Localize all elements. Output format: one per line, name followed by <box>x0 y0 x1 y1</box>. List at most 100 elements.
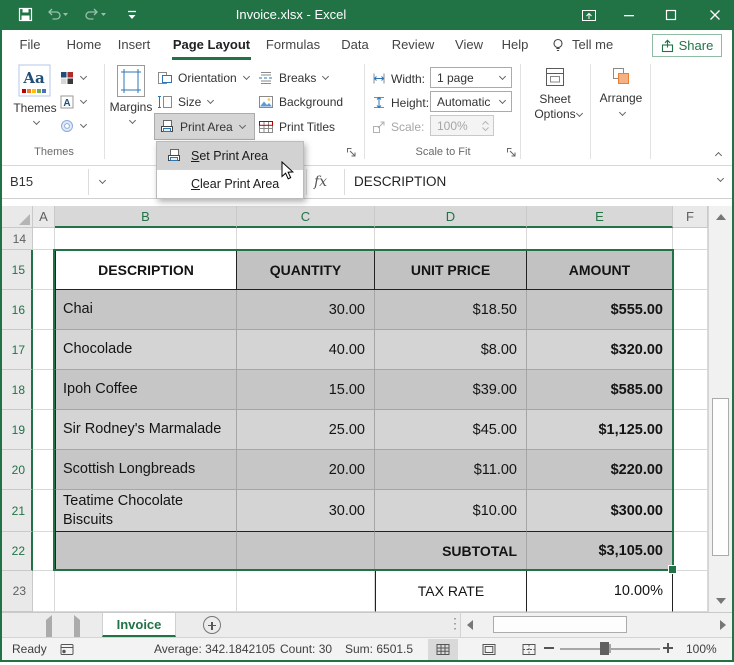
sheet-tab-invoice[interactable]: Invoice <box>102 613 176 637</box>
cell[interactable]: AMOUNT <box>527 250 673 290</box>
cell[interactable] <box>237 228 375 250</box>
name-box[interactable]: B15 <box>10 166 33 198</box>
zoom-in-button[interactable] <box>663 643 673 653</box>
breaks-button[interactable]: Breaks <box>258 66 328 89</box>
cell[interactable] <box>673 490 708 532</box>
cell[interactable]: Chai <box>55 290 237 330</box>
cell[interactable]: $585.00 <box>527 370 673 410</box>
row-header-21[interactable]: 21 <box>2 490 33 532</box>
column-header-c[interactable]: C <box>237 206 375 228</box>
cell[interactable]: Scottish Longbreads <box>55 450 237 490</box>
cell[interactable]: $320.00 <box>527 330 673 370</box>
normal-view-button[interactable] <box>428 639 458 660</box>
cell[interactable] <box>673 571 708 612</box>
scroll-right-button[interactable] <box>714 613 732 637</box>
cell[interactable] <box>673 330 708 370</box>
cell[interactable]: 30.00 <box>237 490 375 532</box>
cell[interactable]: 40.00 <box>237 330 375 370</box>
cell[interactable] <box>673 532 708 571</box>
cell[interactable]: $8.00 <box>375 330 527 370</box>
cell[interactable]: $45.00 <box>375 410 527 450</box>
cell[interactable]: $1,125.00 <box>527 410 673 450</box>
cell[interactable]: Chocolade <box>55 330 237 370</box>
print-area-button[interactable]: Print Area <box>154 113 255 140</box>
cell[interactable]: $555.00 <box>527 290 673 330</box>
cell[interactable]: $39.00 <box>375 370 527 410</box>
cell-b15-active[interactable]: DESCRIPTION <box>55 250 237 290</box>
next-sheet-button[interactable] <box>74 620 80 638</box>
column-header-d[interactable]: D <box>375 206 527 228</box>
cell-tax-rate-label[interactable]: TAX RATE <box>375 571 527 612</box>
cell[interactable] <box>55 228 237 250</box>
row-header-15[interactable]: 15 <box>2 250 33 290</box>
cell[interactable]: $18.50 <box>375 290 527 330</box>
arrange-button[interactable]: Arrange <box>594 66 648 115</box>
previous-sheet-button[interactable] <box>46 620 52 638</box>
cell[interactable] <box>55 571 237 612</box>
cell[interactable] <box>237 532 375 571</box>
sheet-options-button[interactable]: Sheet Options <box>524 66 586 116</box>
zoom-level[interactable]: 100% <box>686 638 717 660</box>
vertical-scrollbar[interactable] <box>708 206 732 612</box>
cell[interactable]: 15.00 <box>237 370 375 410</box>
background-button[interactable]: Background <box>258 90 343 113</box>
redo-button[interactable] <box>84 7 106 22</box>
cell-tax-rate-value[interactable]: 10.00% <box>527 571 673 612</box>
cell[interactable]: $220.00 <box>527 450 673 490</box>
cell[interactable] <box>33 370 55 410</box>
cell[interactable] <box>33 450 55 490</box>
cell[interactable] <box>237 571 375 612</box>
cell[interactable]: Sir Rodney's Marmalade <box>55 410 237 450</box>
tab-data[interactable]: Data <box>336 30 374 60</box>
horizontal-scrollbar[interactable] <box>460 613 732 637</box>
customize-qat-button[interactable] <box>126 9 138 21</box>
tab-formulas[interactable]: Formulas <box>262 30 324 60</box>
theme-effects-button[interactable] <box>60 114 86 137</box>
tab-insert[interactable]: Insert <box>112 30 156 60</box>
cell[interactable] <box>33 330 55 370</box>
row-header-16[interactable]: 16 <box>2 290 33 330</box>
column-header-a[interactable]: A <box>33 206 55 228</box>
collapse-ribbon-icon[interactable] <box>715 152 722 159</box>
cell[interactable] <box>673 410 708 450</box>
cell[interactable]: 30.00 <box>237 290 375 330</box>
row-header-19[interactable]: 19 <box>2 410 33 450</box>
name-box-chevron-icon[interactable] <box>99 177 106 184</box>
scroll-left-button[interactable] <box>461 613 479 637</box>
insert-function-button[interactable]: fx <box>314 166 327 198</box>
tab-page-layout[interactable]: Page Layout <box>172 30 251 60</box>
menu-item-clear-print-area[interactable]: Clear Print Area <box>157 170 303 198</box>
select-all-button[interactable] <box>2 206 33 228</box>
cell[interactable] <box>33 571 55 612</box>
zoom-out-button[interactable] <box>544 647 554 649</box>
size-button[interactable]: Size <box>157 90 213 113</box>
cell[interactable]: Ipoh Coffee <box>55 370 237 410</box>
scroll-up-button[interactable] <box>709 206 732 228</box>
scale-spinner[interactable]: 100% <box>430 115 494 136</box>
cell-subtotal-value[interactable]: $3,105.00 <box>527 532 673 571</box>
cell[interactable] <box>33 490 55 532</box>
save-icon[interactable] <box>18 7 33 22</box>
vertical-scrollbar-thumb[interactable] <box>712 398 729 556</box>
row-header-22[interactable]: 22 <box>2 532 33 571</box>
cell[interactable] <box>673 250 708 290</box>
cell[interactable] <box>527 228 673 250</box>
cell[interactable] <box>673 370 708 410</box>
page-setup-dialog-launcher-icon[interactable] <box>346 147 358 159</box>
scale-to-fit-dialog-launcher-icon[interactable] <box>506 147 518 159</box>
row-header-17[interactable]: 17 <box>2 330 33 370</box>
share-button[interactable]: Share <box>652 34 722 57</box>
tab-home[interactable]: Home <box>62 30 106 60</box>
cell[interactable] <box>375 228 527 250</box>
menu-item-set-print-area[interactable]: Set Print Area <box>157 142 303 170</box>
undo-button[interactable] <box>46 7 68 22</box>
orientation-button[interactable]: Orientation <box>157 66 249 89</box>
tab-view[interactable]: View <box>450 30 488 60</box>
cell[interactable]: Teatime Chocolate Biscuits <box>55 490 237 532</box>
theme-fonts-button[interactable]: A <box>60 90 86 113</box>
cell[interactable]: UNIT PRICE <box>375 250 527 290</box>
scroll-down-button[interactable] <box>709 590 732 612</box>
cell[interactable]: 20.00 <box>237 450 375 490</box>
horizontal-scrollbar-thumb[interactable] <box>493 616 627 633</box>
expand-formula-bar-icon[interactable] <box>717 175 724 182</box>
